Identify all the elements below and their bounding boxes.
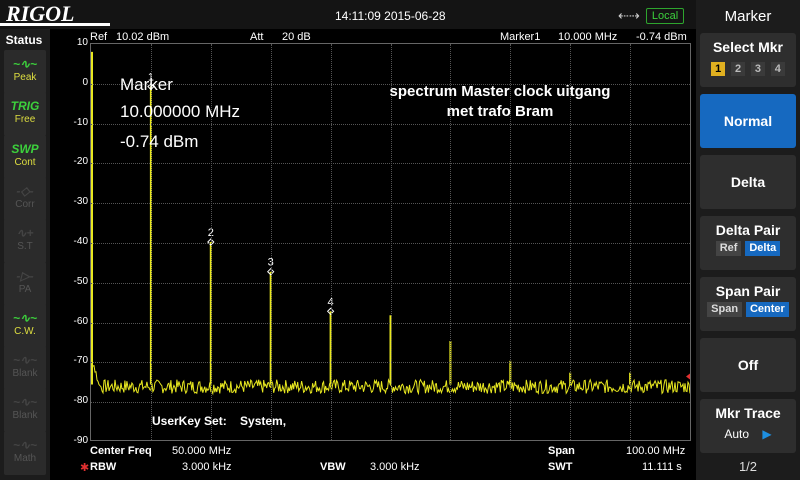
status-item-label: Free bbox=[14, 114, 36, 126]
status-title: Status bbox=[5, 33, 43, 47]
swt-value: 11.111 s bbox=[642, 461, 682, 473]
grid-vline bbox=[270, 44, 272, 440]
center-freq-value: 50.000 MHz bbox=[172, 445, 232, 457]
status-pa-button: -▷- PA bbox=[4, 261, 46, 306]
mkr-4-option[interactable]: 4 bbox=[770, 62, 785, 76]
usb-icon: ⇠⇢ bbox=[618, 8, 640, 23]
y-tick-label: -40 bbox=[73, 236, 88, 247]
swt-label: SWT bbox=[548, 461, 573, 473]
status-cw-button: ~∿~ C.W. bbox=[4, 303, 46, 348]
status-item-label: C.W. bbox=[14, 325, 36, 337]
vbw-label: VBW bbox=[320, 461, 346, 473]
vbw-value: 3.000 kHz bbox=[370, 461, 420, 473]
marker1-level: -0.74 dBm bbox=[636, 31, 687, 43]
y-tick-label: -90 bbox=[73, 435, 88, 446]
span-pair-label: Span Pair bbox=[715, 283, 781, 299]
status-item-label: Corr bbox=[15, 198, 35, 210]
menu-title: Marker bbox=[724, 8, 772, 25]
status-item-icon: ∿+ bbox=[16, 226, 34, 241]
rbw-asterisk-icon: ✱ bbox=[80, 462, 90, 474]
status-item-label: Blank bbox=[12, 368, 38, 380]
span-pair-span-option[interactable]: Span bbox=[707, 302, 743, 317]
select-mkr-button[interactable]: Select Mkr 1 2 3 4 bbox=[700, 33, 796, 87]
ref-label: Ref bbox=[90, 31, 108, 43]
off-button[interactable]: Off bbox=[700, 338, 796, 392]
grid-vline bbox=[330, 44, 332, 440]
y-tick-label: -30 bbox=[73, 196, 88, 208]
delta-button[interactable]: Delta bbox=[700, 155, 796, 209]
annotation-line-2: met trafo Bram bbox=[446, 103, 554, 120]
datetime-readout: 14:11:09 2015-06-28 bbox=[335, 9, 446, 23]
delta-pair-ref-option[interactable]: Ref bbox=[715, 241, 742, 256]
status-item-label: Cont bbox=[14, 156, 36, 168]
marker1-label: Marker1 bbox=[500, 31, 541, 43]
status-item-label: Blank bbox=[12, 410, 38, 422]
rbw-label: RBW bbox=[90, 461, 117, 473]
mkr-trace-label: Mkr Trace bbox=[715, 405, 781, 421]
status-item-icon: TRIG bbox=[10, 99, 40, 114]
status-item-icon: -◇- bbox=[16, 183, 34, 198]
status-item-label: PA bbox=[18, 283, 32, 295]
mkr-1-option[interactable]: 1 bbox=[711, 62, 726, 76]
status-item-icon: ~∿~ bbox=[12, 395, 38, 410]
status-item-icon: SWP bbox=[11, 141, 39, 156]
delta-pair-button[interactable]: Delta Pair Ref Delta bbox=[700, 216, 796, 270]
status-peak-button: ~∿~ Peak bbox=[4, 50, 46, 94]
status-item-icon: -▷- bbox=[16, 268, 34, 283]
userkey-status: UserKey Set: System, bbox=[152, 414, 287, 428]
mkr-trace-button[interactable]: Mkr Trace Auto ▶ bbox=[700, 399, 796, 453]
status-item-icon: ~∿~ bbox=[12, 310, 38, 325]
select-mkr-label: Select Mkr bbox=[712, 39, 784, 55]
marker1-freq: 10.000 MHz bbox=[558, 31, 618, 43]
span-pair-center-option[interactable]: Center bbox=[745, 302, 789, 317]
marker-box-level: -0.74 dBm bbox=[120, 132, 199, 151]
mkr-3-option[interactable]: 3 bbox=[750, 62, 765, 76]
status-cont-button: SWP Cont bbox=[4, 134, 46, 179]
arrow-right-icon: ▶ bbox=[762, 427, 772, 441]
y-tick-label: -70 bbox=[73, 355, 88, 367]
ref-value: 10.02 dBm bbox=[116, 31, 170, 43]
logo-underline bbox=[0, 23, 110, 26]
status-math-button: ~∿~ Math bbox=[4, 430, 46, 475]
menu-page-indicator[interactable]: 1/2 bbox=[700, 459, 796, 474]
marker-box-title: Marker bbox=[120, 75, 173, 94]
y-tick-label: -10 bbox=[73, 116, 88, 128]
local-button[interactable]: Local bbox=[646, 8, 684, 24]
span-value: 100.00 MHz bbox=[626, 445, 686, 457]
att-label: Att bbox=[250, 31, 264, 43]
normal-button[interactable]: Normal bbox=[700, 94, 796, 148]
status-st-button: ∿+ S.T bbox=[4, 219, 46, 264]
status-blank-button: ~∿~ Blank bbox=[4, 346, 46, 391]
delta-pair-label: Delta Pair bbox=[715, 222, 781, 238]
y-tick-label: -20 bbox=[73, 156, 88, 168]
rbw-value: 3.000 kHz bbox=[182, 461, 232, 473]
marker-box-freq: 10.000000 MHz bbox=[120, 102, 241, 121]
y-tick-label: -50 bbox=[73, 275, 88, 287]
y-tick-label: 0 bbox=[82, 76, 88, 88]
status-item-icon: ~∿~ bbox=[12, 57, 38, 71]
span-pair-button[interactable]: Span Pair Span Center bbox=[700, 277, 796, 331]
status-item-icon: ~∿~ bbox=[12, 353, 38, 368]
status-corr-button: -◇- Corr bbox=[4, 176, 46, 221]
y-tick-label: -60 bbox=[73, 315, 88, 327]
status-blank-button: ~∿~ Blank bbox=[4, 388, 46, 433]
mkr-2-option[interactable]: 2 bbox=[731, 62, 746, 76]
mkr-trace-value: Auto bbox=[724, 427, 750, 441]
annotation-line-1: spectrum Master clock uitgang bbox=[389, 83, 611, 100]
status-item-label: Math bbox=[13, 452, 37, 464]
y-tick-label: 10 bbox=[76, 37, 88, 48]
status-item-icon: ~∿~ bbox=[12, 437, 38, 452]
att-value: 20 dB bbox=[282, 31, 311, 43]
center-freq-label: Center Freq bbox=[90, 445, 152, 457]
status-item-label: Peak bbox=[13, 72, 37, 83]
status-item-label: S.T bbox=[17, 241, 33, 253]
status-free-button: TRIG Free bbox=[4, 92, 46, 137]
delta-pair-delta-option[interactable]: Delta bbox=[745, 241, 781, 256]
trace-edge-indicator-icon bbox=[686, 373, 690, 380]
span-label: Span bbox=[548, 445, 575, 457]
y-tick-label: -80 bbox=[73, 395, 88, 407]
